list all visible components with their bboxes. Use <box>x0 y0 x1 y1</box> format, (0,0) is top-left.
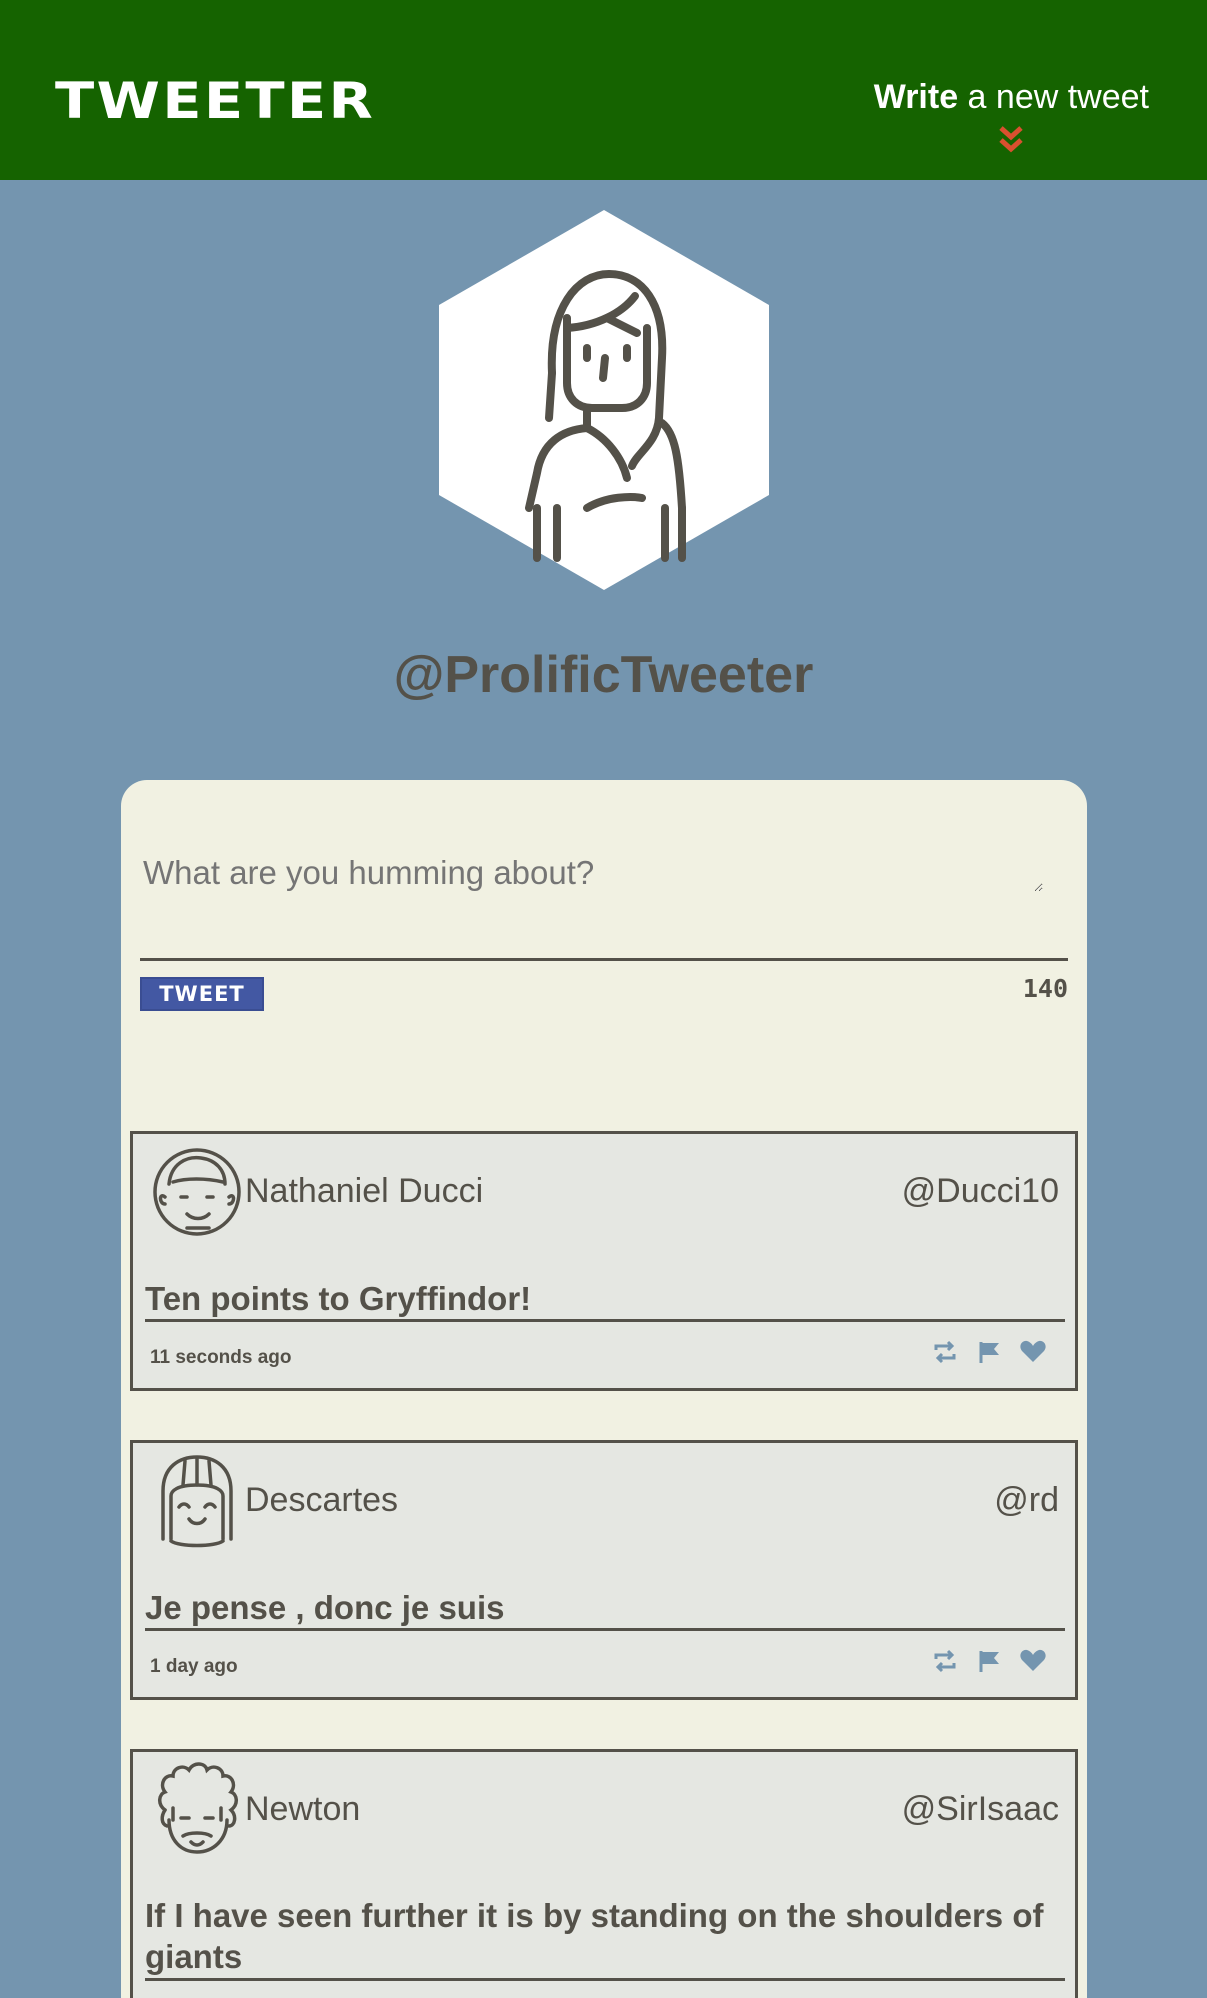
tweet-author-name: Descartes <box>245 1481 399 1519</box>
avatar <box>153 1148 241 1236</box>
tweet-divider <box>145 1978 1065 1981</box>
tweet-author-name: Nathaniel Ducci <box>245 1172 484 1210</box>
tweet-author-handle[interactable]: @rd <box>994 1481 1059 1520</box>
main-container: TWEET 140 Nathaniel Ducci @Ducci10 Ten p… <box>121 780 1087 1998</box>
tweet-author-handle[interactable]: @Ducci10 <box>902 1172 1059 1211</box>
heart-icon[interactable] <box>1019 1649 1047 1673</box>
tweet-actions <box>931 1340 1047 1364</box>
profile-avatar <box>439 210 769 590</box>
compose-tweet-input[interactable] <box>143 854 1043 892</box>
tweet-content: Ten points to Gryffindor! <box>145 1280 532 1317</box>
tweet-button[interactable]: TWEET <box>140 977 264 1011</box>
avatar <box>161 1455 233 1548</box>
tweet-divider <box>145 1628 1065 1631</box>
flag-icon[interactable] <box>975 1649 1003 1673</box>
top-nav: TWEETER Write a new tweet <box>0 0 1207 180</box>
tweet-card: Nathaniel Ducci @Ducci10 Ten points to G… <box>130 1131 1078 1391</box>
tweet-content: Je pense , donc je suis <box>145 1589 505 1626</box>
tweet-timestamp: 11 seconds ago <box>150 1347 292 1368</box>
tweet-actions <box>931 1649 1047 1673</box>
tweet-author-name: Newton <box>245 1790 361 1828</box>
retweet-icon[interactable] <box>931 1340 959 1364</box>
tweet-card: Newton @SirIsaac If I have seen further … <box>130 1749 1078 1998</box>
tweet-card: Descartes @rd Je pense , donc je suis 1 … <box>130 1440 1078 1700</box>
tweet-author-handle[interactable]: @SirIsaac <box>902 1790 1059 1829</box>
profile-handle: @ProlificTweeter <box>393 646 814 704</box>
compose-toggle-bold: Write <box>873 78 959 116</box>
flag-icon[interactable] <box>975 1340 1003 1364</box>
tweet-timestamp: 1 day ago <box>150 1656 238 1677</box>
tweet-content: If I have seen further it is by standing… <box>145 1897 1044 1975</box>
character-counter: 140 <box>1022 974 1068 1003</box>
heart-icon[interactable] <box>1019 1340 1047 1364</box>
tweet-divider <box>145 1319 1065 1322</box>
chevron-down-icon <box>999 126 1024 153</box>
brand-logo[interactable]: TWEETER <box>55 72 375 130</box>
avatar <box>158 1762 238 1854</box>
compose-toggle-text: a new tweet <box>958 78 1149 116</box>
compose-toggle-button[interactable]: Write a new tweet <box>873 78 1149 153</box>
retweet-icon[interactable] <box>931 1649 959 1673</box>
composer-divider <box>140 958 1068 961</box>
